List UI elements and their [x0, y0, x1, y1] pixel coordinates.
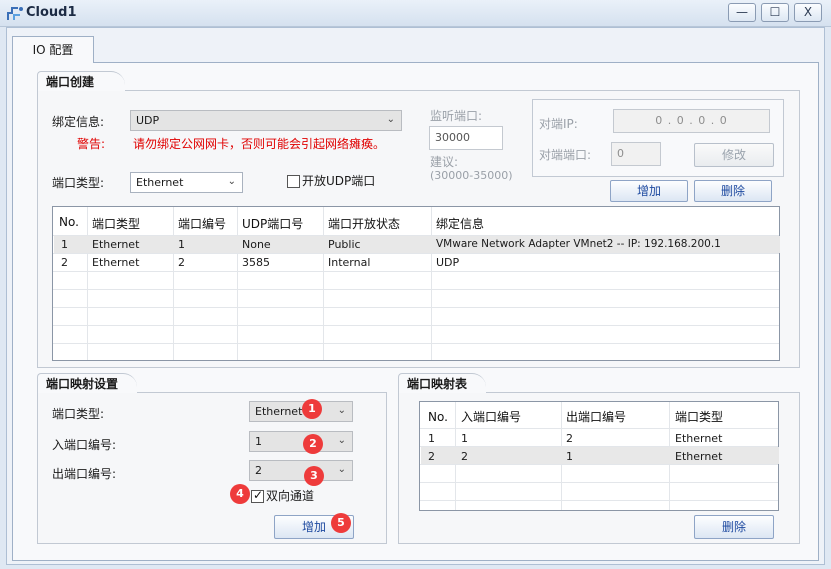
- col-udp-port: UDP端口号: [242, 217, 304, 231]
- peer-ip-input[interactable]: 0 . 0 . 0 . 0: [613, 109, 770, 133]
- window-title: Cloud1: [26, 5, 77, 20]
- map-row-2-no[interactable]: 2: [428, 450, 435, 463]
- map-row-1-out[interactable]: 2: [566, 432, 573, 445]
- delete-port-button[interactable]: 删除: [694, 180, 772, 202]
- port-mapping-title: 端口映射设置: [37, 373, 137, 393]
- chevron-down-icon: ⌄: [386, 114, 395, 125]
- open-udp-checkbox[interactable]: [287, 175, 300, 188]
- map-type-label: 端口类型:: [52, 407, 105, 421]
- annotation-badge-5: 5: [331, 513, 351, 533]
- annotation-badge-3: 3: [304, 466, 324, 486]
- annotation-badge-2: 2: [303, 434, 323, 454]
- tab-io-config[interactable]: IO 配置: [12, 36, 94, 63]
- minimize-button[interactable]: —: [728, 3, 756, 22]
- listen-port-label: 监听端口:: [430, 109, 483, 123]
- peer-port-label: 对端端口:: [539, 148, 592, 162]
- map-col-in-port: 入端口编号: [461, 410, 522, 424]
- table-row-1-bind[interactable]: VMware Network Adapter VMnet2 -- IP: 192…: [436, 238, 721, 250]
- annotation-badge-1: 1: [302, 399, 322, 419]
- col-port-number: 端口编号: [178, 217, 227, 231]
- chevron-down-icon: ⌄: [337, 464, 346, 475]
- map-row-2-in[interactable]: 2: [461, 450, 468, 463]
- map-col-no: No.: [428, 410, 448, 424]
- table-row-2-bind[interactable]: UDP: [436, 256, 459, 269]
- open-udp-label: 开放UDP端口: [302, 174, 376, 188]
- suggest-range: (30000-35000): [430, 169, 513, 182]
- listen-port-input[interactable]: 30000: [429, 126, 503, 150]
- out-port-value: 2: [255, 464, 262, 477]
- port-type-label: 端口类型:: [52, 176, 105, 190]
- table-row-1-port[interactable]: 1: [178, 238, 185, 251]
- in-port-label: 入端口编号:: [52, 438, 117, 452]
- port-table: [52, 206, 780, 361]
- port-creation-title: 端口创建: [37, 71, 125, 91]
- port-map-table-title: 端口映射表: [398, 373, 486, 393]
- warning-text: 请勿绑定公网网卡，否则可能会引起网络瘫痪。: [133, 137, 386, 151]
- modify-button[interactable]: 修改: [694, 143, 774, 167]
- bidirectional-checkbox[interactable]: ✓: [251, 488, 264, 503]
- map-row-2-out[interactable]: 1: [566, 450, 573, 463]
- table-row-2-no[interactable]: 2: [61, 256, 68, 269]
- map-type-combo[interactable]: Ethernet ⌄: [249, 401, 353, 422]
- port-type-value: Ethernet: [136, 176, 184, 189]
- map-row-1-type[interactable]: Ethernet: [675, 432, 722, 445]
- warning-label: 警告:: [77, 137, 106, 151]
- table-row-1-no[interactable]: 1: [61, 238, 68, 251]
- table-row-2-type[interactable]: Ethernet: [92, 256, 139, 269]
- peer-ip-label: 对端IP:: [539, 117, 578, 131]
- selected-map-row-highlight: [421, 447, 779, 464]
- chevron-down-icon: ⌄: [337, 405, 346, 416]
- maximize-button[interactable]: ☐: [761, 3, 789, 22]
- col-open-state: 端口开放状态: [328, 217, 401, 231]
- col-port-type: 端口类型: [92, 217, 141, 231]
- table-row-2-state[interactable]: Internal: [328, 256, 370, 269]
- title-bar: [0, 0, 831, 27]
- map-col-port-type: 端口类型: [675, 410, 724, 424]
- map-row-1-in[interactable]: 1: [461, 432, 468, 445]
- bind-info-label: 绑定信息:: [52, 115, 105, 129]
- check-icon: ✓: [253, 488, 264, 502]
- close-button[interactable]: X: [794, 3, 822, 22]
- in-port-combo[interactable]: 1 ⌄: [249, 431, 353, 452]
- out-port-combo[interactable]: 2 ⌄: [249, 460, 353, 481]
- table-row-2-udp[interactable]: 3585: [242, 256, 270, 269]
- col-bind-info: 绑定信息: [436, 217, 485, 231]
- cloud-app-icon: [7, 7, 23, 20]
- map-col-out-port: 出端口编号: [566, 410, 627, 424]
- map-type-value: Ethernet: [255, 405, 303, 418]
- table-row-1-type[interactable]: Ethernet: [92, 238, 139, 251]
- port-type-combo[interactable]: Ethernet ⌄: [130, 172, 243, 193]
- map-row-2-type[interactable]: Ethernet: [675, 450, 722, 463]
- peer-port-input[interactable]: 0: [611, 142, 661, 166]
- col-no: No.: [59, 215, 79, 229]
- delete-mapping-button[interactable]: 删除: [694, 515, 774, 539]
- annotation-badge-4: 4: [230, 484, 250, 504]
- map-row-1-no[interactable]: 1: [428, 432, 435, 445]
- table-row-1-udp[interactable]: None: [242, 238, 271, 251]
- in-port-value: 1: [255, 435, 262, 448]
- chevron-down-icon: ⌄: [227, 176, 236, 187]
- bind-info-value: UDP: [136, 114, 160, 127]
- chevron-down-icon: ⌄: [337, 435, 346, 446]
- table-row-2-port[interactable]: 2: [178, 256, 185, 269]
- bind-info-combo[interactable]: UDP ⌄: [130, 110, 402, 131]
- table-row-1-state[interactable]: Public: [328, 238, 361, 251]
- out-port-label: 出端口编号:: [52, 467, 117, 481]
- port-table-grid: [53, 207, 779, 360]
- bidirectional-label: 双向通道: [266, 489, 315, 503]
- add-port-button[interactable]: 增加: [610, 180, 688, 202]
